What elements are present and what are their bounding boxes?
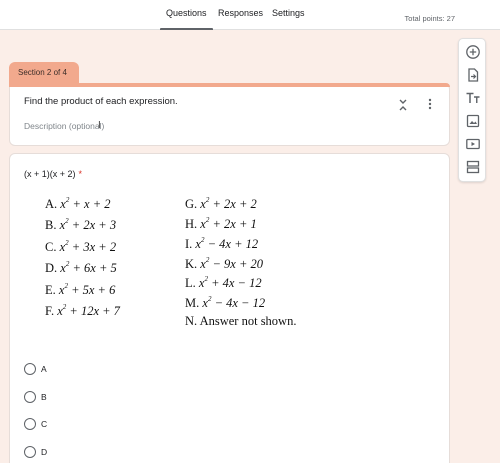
choice-f: F. x2 + 12x + 7 <box>45 303 120 318</box>
tab-questions[interactable]: Questions <box>160 8 212 30</box>
section-title[interactable]: Find the product of each expression. <box>24 96 178 107</box>
choice-b: B. x2 + 2x + 3 <box>45 217 117 232</box>
tab-settings[interactable]: Settings <box>272 8 305 30</box>
option-label: B <box>41 392 47 402</box>
choice-g: G. x2 + 2x + 2 <box>185 196 257 211</box>
choice-c: C. x2 + 3x + 2 <box>45 239 117 254</box>
radio-button[interactable] <box>24 363 36 375</box>
more-options-icon[interactable] <box>425 98 435 110</box>
section-header-card[interactable]: Find the product of each expression. Des… <box>9 83 450 146</box>
choice-l: L. x2 + 4x − 12 <box>185 275 262 290</box>
choice-a: A. x2 + x + 2 <box>45 196 111 211</box>
question-card[interactable]: (x + 1)(x + 2) * A. x2 + x + 2 B. x2 + 2x… <box>9 153 450 463</box>
total-points: Total points: 27 <box>404 14 455 23</box>
section-description-field[interactable]: Description (optional) <box>24 121 104 131</box>
collapse-icon[interactable] <box>398 99 408 111</box>
add-question-icon[interactable] <box>465 44 481 60</box>
option-label: D <box>41 447 48 457</box>
option-label: A <box>41 364 47 374</box>
radio-button[interactable] <box>24 446 36 458</box>
radio-button[interactable] <box>24 418 36 430</box>
add-title-icon[interactable] <box>465 90 481 106</box>
import-questions-icon[interactable] <box>465 67 481 83</box>
radio-button[interactable] <box>24 391 36 403</box>
floating-toolbar <box>458 38 486 182</box>
add-section-icon[interactable] <box>465 159 481 175</box>
choice-d: D. x2 + 6x + 5 <box>45 260 117 275</box>
add-video-icon[interactable] <box>465 136 481 152</box>
choice-n: N. Answer not shown. <box>185 314 297 328</box>
add-image-icon[interactable] <box>465 113 481 129</box>
choice-i: I. x2 − 4x + 12 <box>185 236 259 251</box>
text-cursor-icon: I <box>98 120 101 131</box>
choice-m: M. x2 − 4x − 12 <box>185 295 266 310</box>
option-label: C <box>41 419 48 429</box>
choice-k: K. x2 − 9x + 20 <box>185 256 264 271</box>
required-mark: * <box>78 169 83 179</box>
top-bar: Questions Responses Settings Total point… <box>0 0 500 30</box>
choice-e: E. x2 + 5x + 6 <box>45 282 116 297</box>
question-title[interactable]: (x + 1)(x + 2) * <box>24 169 82 179</box>
choice-h: H. x2 + 2x + 1 <box>185 216 257 231</box>
tab-responses[interactable]: Responses <box>218 8 263 30</box>
section-label: Section 2 of 4 <box>9 62 79 84</box>
